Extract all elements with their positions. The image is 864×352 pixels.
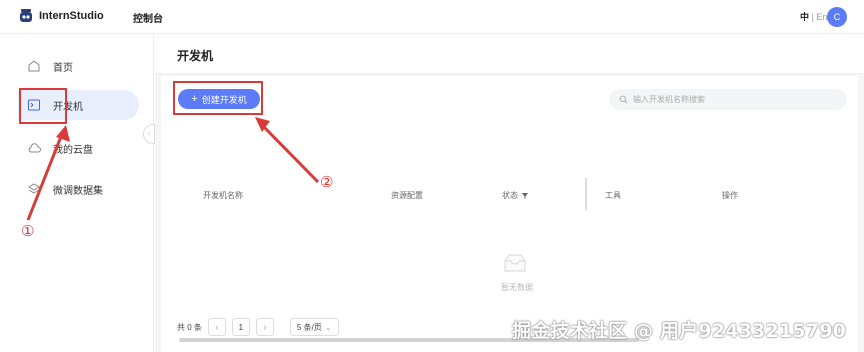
page-title: 开发机 — [177, 49, 214, 63]
table-header: 开发机名称 资源配置 状态 工具 操作 — [179, 174, 847, 218]
column-divider — [585, 178, 587, 210]
terminal-icon — [28, 99, 40, 111]
search-icon — [619, 95, 628, 104]
sidebar-item-label: 微调数据集 — [53, 185, 103, 197]
lang-en[interactable]: En — [816, 12, 827, 22]
layers-icon — [28, 183, 40, 194]
console-link[interactable]: 控制台 — [133, 10, 163, 25]
sidebar-item-label: 我的云盘 — [53, 144, 93, 156]
sidebar-collapse-handle[interactable]: ‹ — [143, 124, 155, 144]
top-bar: InternStudio 控制台 中 | En C — [0, 0, 864, 34]
chevron-down-icon: ⌄ — [324, 322, 332, 332]
create-dev-machine-button[interactable]: + 创建开发机 — [178, 89, 260, 109]
main-content: 开发机 + 创建开发机 输入开发机名称搜索 开发机名称 资源配置 状态 工具 操… — [155, 34, 864, 352]
column-resources: 资源配置 — [391, 191, 423, 200]
current-page[interactable]: 1 — [231, 318, 250, 336]
page-header: 开发机 — [155, 34, 864, 74]
content-card: + 创建开发机 输入开发机名称搜索 开发机名称 资源配置 状态 工具 操作 暂无… — [161, 76, 858, 352]
column-status[interactable]: 状态 — [502, 190, 529, 201]
prev-page-button[interactable]: ‹ — [207, 318, 226, 336]
chevron-left-icon: ‹ — [215, 322, 219, 332]
search-input[interactable]: 输入开发机名称搜索 — [609, 89, 847, 110]
sidebar: 首页 开发机 我的云盘 微调数据集 ‹ — [0, 34, 155, 352]
column-tools: 工具 — [605, 191, 621, 200]
watermark: 掘金技术社区 @ 用户92433215790 — [512, 320, 847, 342]
sidebar-item-finetune-datasets[interactable]: 微调数据集 — [18, 174, 138, 204]
avatar[interactable]: C — [827, 7, 847, 27]
pagination: 共 0 条 ‹ 1 › 5 条/页 ⌄ — [177, 318, 339, 336]
language-switch[interactable]: 中 | En — [800, 10, 827, 23]
sidebar-item-dev-machine[interactable]: 开发机 — [18, 90, 139, 120]
filter-icon[interactable] — [521, 192, 529, 200]
sidebar-item-label: 开发机 — [53, 101, 83, 113]
logo[interactable]: InternStudio — [18, 8, 104, 24]
total-count: 共 0 条 — [177, 322, 202, 332]
app-name: InternStudio — [39, 10, 104, 22]
empty-box-icon — [504, 254, 526, 272]
lang-zh[interactable]: 中 — [800, 12, 809, 22]
home-icon — [28, 60, 40, 72]
search-placeholder: 输入开发机名称搜索 — [633, 95, 705, 104]
page-size-value: 5 条/页 — [296, 322, 322, 332]
plus-icon: + — [191, 93, 198, 105]
sidebar-item-label: 首页 — [53, 62, 73, 74]
cloud-icon — [28, 143, 41, 153]
chevron-right-icon: › — [263, 322, 267, 332]
column-actions: 操作 — [722, 191, 738, 200]
column-name: 开发机名称 — [203, 191, 243, 200]
sidebar-item-cloud-drive[interactable]: 我的云盘 — [18, 133, 138, 163]
page-size-select[interactable]: 5 条/页 ⌄ — [289, 318, 339, 336]
sidebar-item-home[interactable]: 首页 — [18, 51, 138, 81]
empty-text: 暂无数据 — [501, 283, 533, 292]
column-status-label: 状态 — [502, 191, 518, 200]
next-page-button[interactable]: › — [255, 318, 274, 336]
create-button-label: 创建开发机 — [201, 94, 247, 105]
logo-icon — [20, 9, 32, 22]
